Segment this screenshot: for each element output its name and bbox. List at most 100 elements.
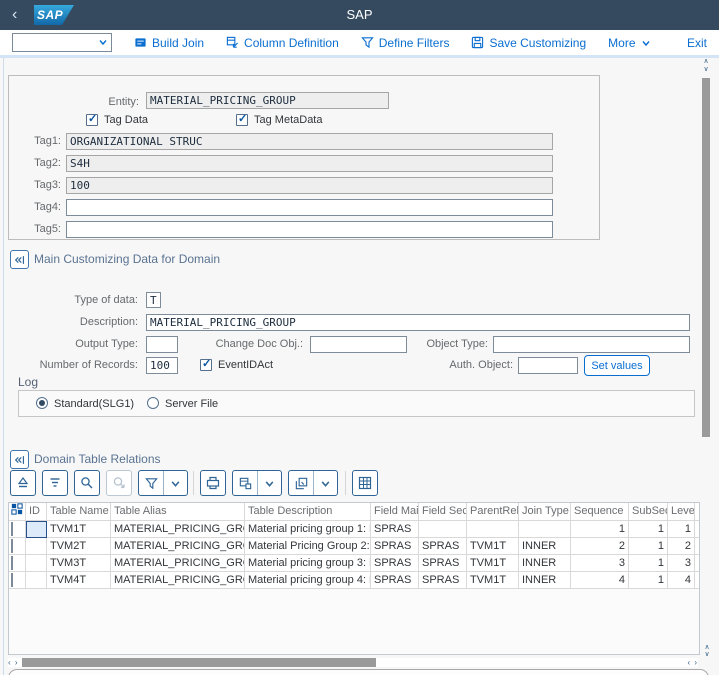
tag-metadata-checkbox[interactable]	[236, 112, 248, 126]
layout-combobox[interactable]	[12, 33, 112, 52]
column-header-id[interactable]: ID	[26, 503, 47, 521]
row-checkbox[interactable]	[11, 539, 13, 553]
cell-field-main[interactable]: SPRAS	[371, 555, 419, 572]
print-button[interactable]	[200, 470, 226, 496]
scroll-down-icon[interactable]: ∨	[701, 651, 713, 658]
scroll-up-icon[interactable]: ∧	[701, 644, 713, 651]
tag5-field[interactable]	[66, 221, 553, 238]
cell-table-alias[interactable]: MATERIAL_PRICING_GROUP...	[111, 538, 245, 555]
tag1-field[interactable]: ORGANIZATIONAL STRUC	[66, 133, 553, 150]
column-header-join-type[interactable]: Join Type	[519, 503, 571, 521]
sort-descending-button[interactable]	[42, 470, 68, 496]
cell-level[interactable]: 2	[668, 538, 695, 555]
column-header-table-description[interactable]: Table Description	[245, 503, 371, 521]
cell-parentrel[interactable]: TVM1T	[467, 572, 519, 589]
cell-subseq[interactable]: 1	[629, 555, 668, 572]
output-type-field[interactable]	[146, 336, 178, 353]
horizontal-scrollbar-thumb[interactable]	[22, 658, 376, 667]
log-standard-radio[interactable]	[36, 397, 48, 409]
cell-subseq[interactable]: 1	[629, 538, 668, 555]
tag2-field[interactable]: S4H	[66, 155, 553, 172]
cell-parentrel[interactable]: TVM1T	[467, 555, 519, 572]
cell-table-alias[interactable]: MATERIAL_PRICING_GROUP...	[111, 572, 245, 589]
type-of-data-field[interactable]: T	[146, 292, 161, 308]
log-server-file-radio[interactable]	[147, 397, 159, 409]
cell-table-description[interactable]: Material pricing group 1: D...	[245, 521, 371, 538]
tag4-field[interactable]	[66, 199, 553, 216]
set-values-button[interactable]: Set values	[584, 355, 650, 376]
sort-ascending-button[interactable]	[10, 470, 36, 496]
horizontal-scrollbar[interactable]: ‹ › ‹ ›	[8, 658, 698, 667]
scroll-left-right-icons[interactable]: ‹ ›	[8, 658, 19, 667]
cell-join-type[interactable]: INNER	[519, 538, 571, 555]
collapse-group-icon[interactable]	[10, 450, 29, 469]
column-header-sequence[interactable]: Sequence	[571, 503, 629, 521]
cell-parentrel[interactable]: TVM1T	[467, 538, 519, 555]
cell-field-main[interactable]: SPRAS	[371, 572, 419, 589]
build-join-button[interactable]: Build Join	[134, 36, 204, 50]
row-checkbox[interactable]	[11, 556, 13, 570]
cell-join-type[interactable]: INNER	[519, 555, 571, 572]
column-header-field-sec[interactable]: Field Sec.	[419, 503, 467, 521]
column-header-parentrel[interactable]: ParentRel	[467, 503, 519, 521]
cell-join-type[interactable]: INNER	[519, 572, 571, 589]
scroll-up-icon[interactable]: ∧	[700, 58, 712, 66]
cell-sequence[interactable]: 3	[571, 555, 629, 572]
set-filter-menu-button[interactable]	[138, 470, 188, 496]
cell-join-type[interactable]	[519, 521, 571, 538]
column-header-field-main[interactable]: Field Main	[371, 503, 419, 521]
table-settings-button[interactable]	[352, 470, 378, 496]
cell-table-name[interactable]: TVM3T	[47, 555, 111, 572]
cell-sequence[interactable]: 1	[571, 521, 629, 538]
cell-table-description[interactable]: Material pricing group 3: D...	[245, 555, 371, 572]
entity-field[interactable]: MATERIAL_PRICING_GROUP	[146, 92, 389, 109]
column-header-table-name[interactable]: Table Name	[47, 503, 111, 521]
tag-data-checkbox[interactable]	[86, 112, 98, 126]
column-header-table-alias[interactable]: Table Alias	[111, 503, 245, 521]
change-doc-obj-field[interactable]	[310, 336, 407, 353]
more-button[interactable]: More	[608, 36, 650, 50]
cell-parentrel[interactable]	[467, 521, 519, 538]
select-all-button[interactable]	[9, 503, 26, 521]
cell-table-name[interactable]: TVM2T	[47, 538, 111, 555]
collapse-group-icon[interactable]	[10, 250, 29, 269]
views-menu-button[interactable]	[288, 470, 338, 496]
cell-table-name[interactable]: TVM4T	[47, 572, 111, 589]
tag3-field[interactable]: 100	[66, 177, 553, 194]
cell-level[interactable]: 1	[668, 521, 695, 538]
cell-id[interactable]	[26, 521, 47, 538]
cell-field-main[interactable]: SPRAS	[371, 538, 419, 555]
find-next-button[interactable]	[106, 470, 132, 496]
cell-table-description[interactable]: Material Pricing Group 2: D...	[245, 538, 371, 555]
cell-level[interactable]: 4	[668, 572, 695, 589]
cell-field-sec[interactable]: SPRAS	[419, 555, 467, 572]
auth-object-field[interactable]	[518, 357, 578, 374]
cell-id[interactable]	[26, 555, 47, 572]
column-header-level[interactable]: Level	[668, 503, 695, 521]
row-checkbox[interactable]	[11, 573, 13, 587]
cell-id[interactable]	[26, 538, 47, 555]
cell-field-main[interactable]: SPRAS	[371, 521, 419, 538]
cell-field-sec[interactable]: SPRAS	[419, 538, 467, 555]
export-menu-button[interactable]	[232, 470, 282, 496]
column-header-subseq[interactable]: SubSeq.	[629, 503, 668, 521]
description-field[interactable]: MATERIAL_PRICING_GROUP	[146, 314, 690, 331]
object-type-field[interactable]	[493, 336, 690, 353]
vertical-scrollbar-arrows[interactable]: ∧ ∨	[700, 58, 712, 76]
cell-table-alias[interactable]: MATERIAL_PRICING_GROUP...	[111, 555, 245, 572]
number-of-records-field[interactable]: 100	[146, 357, 178, 374]
cell-sequence[interactable]: 4	[571, 572, 629, 589]
cell-level[interactable]: 3	[668, 555, 695, 572]
column-definition-button[interactable]: Column Definition	[226, 36, 339, 50]
eventidact-checkbox[interactable]	[200, 357, 212, 371]
cell-table-description[interactable]: Material pricing group 4: D...	[245, 572, 371, 589]
cell-id[interactable]	[26, 572, 47, 589]
cell-subseq[interactable]: 1	[629, 521, 668, 538]
scroll-left-right-icons[interactable]: ‹ ›	[687, 658, 698, 667]
cell-field-sec[interactable]	[419, 521, 467, 538]
table-scroll-arrows[interactable]: ∧ ∨	[701, 644, 713, 658]
find-button[interactable]	[74, 470, 100, 496]
cell-table-name[interactable]: TVM1T	[47, 521, 111, 538]
scroll-down-icon[interactable]: ∨	[700, 66, 712, 74]
row-checkbox[interactable]	[11, 522, 13, 536]
